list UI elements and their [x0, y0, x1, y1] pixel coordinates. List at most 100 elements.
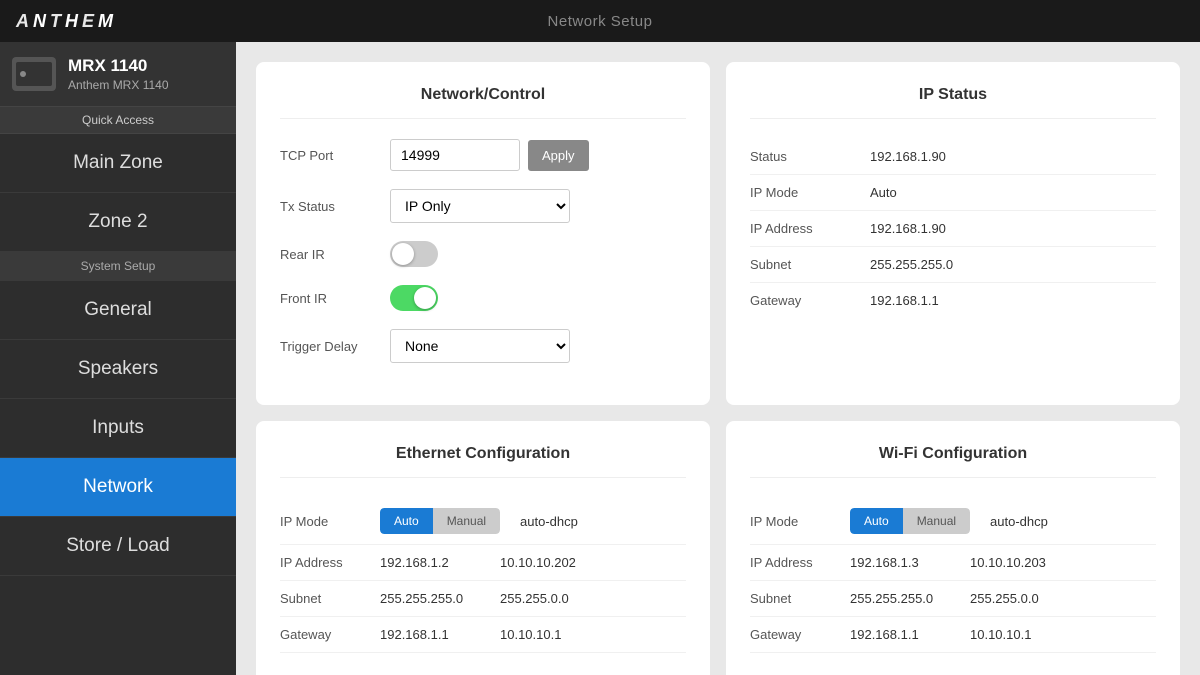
trigger-delay-select[interactable]: None 500ms 1s 2s: [390, 329, 570, 363]
sidebar-item-zone-2[interactable]: Zone 2: [0, 193, 236, 252]
wifi-subnet-label: Subnet: [750, 591, 850, 606]
wifi-subnet-value2: 255.255.0.0: [970, 591, 1039, 606]
ip-status-label-1: IP Mode: [750, 185, 870, 200]
sidebar-item-network[interactable]: Network: [0, 458, 236, 517]
ip-status-card: IP Status Status 192.168.1.90 IP Mode Au…: [726, 62, 1180, 405]
ip-status-value-2: 192.168.1.90: [870, 221, 946, 236]
eth-subnet-values: 255.255.255.0 255.255.0.0: [380, 591, 686, 606]
eth-subnet-value2: 255.255.0.0: [500, 591, 569, 606]
wifi-ip-address-value1: 192.168.1.3: [850, 555, 950, 570]
ip-status-label-0: Status: [750, 149, 870, 164]
front-ir-track: [390, 285, 438, 311]
ip-status-row-1: IP Mode Auto: [750, 175, 1156, 211]
eth-ip-mode-label: IP Mode: [280, 514, 380, 529]
sidebar-item-general[interactable]: General: [0, 281, 236, 340]
ip-status-row-4: Gateway 192.168.1.1: [750, 283, 1156, 318]
tx-status-controls: IP Only RS232 Only Both: [390, 189, 686, 223]
tcp-port-label: TCP Port: [280, 148, 390, 163]
eth-ip-address-label: IP Address: [280, 555, 380, 570]
wifi-gateway-value1: 192.168.1.1: [850, 627, 950, 642]
eth-ip-address-row: IP Address 192.168.1.2 10.10.10.202: [280, 545, 686, 581]
tcp-port-row: TCP Port Apply: [280, 139, 686, 171]
ip-status-label-2: IP Address: [750, 221, 870, 236]
tx-status-label: Tx Status: [280, 199, 390, 214]
tcp-port-apply-button[interactable]: Apply: [528, 140, 589, 171]
wifi-manual-button[interactable]: Manual: [903, 508, 970, 534]
eth-gateway-label: Gateway: [280, 627, 380, 642]
eth-mode-btn-group: Auto Manual: [380, 508, 500, 534]
anthem-logo: ANTHEM: [16, 11, 117, 32]
device-icon-inner: [16, 62, 52, 86]
device-info: MRX 1140 Anthem MRX 1140: [0, 42, 236, 107]
device-name: MRX 1140: [68, 56, 169, 76]
wifi-subnet-row: Subnet 255.255.255.0 255.255.0.0: [750, 581, 1156, 617]
sidebar-item-speakers[interactable]: Speakers: [0, 340, 236, 399]
wifi-footer: * Please Note Apply: [750, 667, 1156, 675]
wifi-ip-address-row: IP Address 192.168.1.3 10.10.10.203: [750, 545, 1156, 581]
network-control-card: Network/Control TCP Port Apply Tx Status…: [256, 62, 710, 405]
wifi-ip-address-value2: 10.10.10.203: [970, 555, 1046, 570]
eth-gateway-row: Gateway 192.168.1.1 10.10.10.1: [280, 617, 686, 653]
eth-auto-value: auto-dhcp: [520, 514, 620, 529]
sidebar-item-main-zone[interactable]: Main Zone: [0, 134, 236, 193]
sidebar: MRX 1140 Anthem MRX 1140 Quick Access Ma…: [0, 42, 236, 675]
rear-ir-toggle[interactable]: [390, 241, 438, 267]
front-ir-row: Front IR: [280, 285, 686, 311]
page-title: Network Setup: [548, 13, 653, 30]
tcp-port-controls: Apply: [390, 139, 686, 171]
ip-status-value-0: 192.168.1.90: [870, 149, 946, 164]
sidebar-item-system-setup: System Setup: [0, 252, 236, 281]
wifi-ip-mode-label: IP Mode: [750, 514, 850, 529]
wifi-ip-mode-row: IP Mode Auto Manual auto-dhcp: [750, 498, 1156, 545]
eth-subnet-value1: 255.255.255.0: [380, 591, 480, 606]
wifi-mode-btn-group: Auto Manual: [850, 508, 970, 534]
rear-ir-thumb: [392, 243, 414, 265]
wifi-gateway-row: Gateway 192.168.1.1 10.10.10.1: [750, 617, 1156, 653]
tcp-port-input[interactable]: [390, 139, 520, 171]
ip-status-row-2: IP Address 192.168.1.90: [750, 211, 1156, 247]
wifi-ip-address-label: IP Address: [750, 555, 850, 570]
eth-gateway-value2: 10.10.10.1: [500, 627, 561, 642]
wifi-subnet-value1: 255.255.255.0: [850, 591, 950, 606]
content-area: Network/Control TCP Port Apply Tx Status…: [236, 42, 1200, 675]
ip-status-row-3: Subnet 255.255.255.0: [750, 247, 1156, 283]
wifi-config-card: Wi-Fi Configuration IP Mode Auto Manual …: [726, 421, 1180, 675]
eth-subnet-row: Subnet 255.255.255.0 255.255.0.0: [280, 581, 686, 617]
eth-gateway-value1: 192.168.1.1: [380, 627, 480, 642]
front-ir-controls: [390, 285, 686, 311]
trigger-delay-row: Trigger Delay None 500ms 1s 2s: [280, 329, 686, 363]
ip-status-label-3: Subnet: [750, 257, 870, 272]
wifi-subnet-values: 255.255.255.0 255.255.0.0: [850, 591, 1156, 606]
eth-ip-mode-controls: Auto Manual auto-dhcp: [380, 508, 686, 534]
sidebar-item-inputs[interactable]: Inputs: [0, 399, 236, 458]
tx-status-select[interactable]: IP Only RS232 Only Both: [390, 189, 570, 223]
network-control-title: Network/Control: [280, 86, 686, 119]
bottom-cards-row: Ethernet Configuration IP Mode Auto Manu…: [256, 421, 1180, 675]
rear-ir-controls: [390, 241, 686, 267]
ip-status-value-3: 255.255.255.0: [870, 257, 953, 272]
ip-status-row-0: Status 192.168.1.90: [750, 139, 1156, 175]
front-ir-label: Front IR: [280, 291, 390, 306]
main-layout: MRX 1140 Anthem MRX 1140 Quick Access Ma…: [0, 42, 1200, 675]
front-ir-thumb: [414, 287, 436, 309]
ip-status-value-1: Auto: [870, 185, 897, 200]
wifi-ip-address-values: 192.168.1.3 10.10.10.203: [850, 555, 1156, 570]
front-ir-toggle[interactable]: [390, 285, 438, 311]
wifi-gateway-values: 192.168.1.1 10.10.10.1: [850, 627, 1156, 642]
top-bar: ANTHEM Network Setup: [0, 0, 1200, 42]
eth-auto-button[interactable]: Auto: [380, 508, 433, 534]
eth-subnet-label: Subnet: [280, 591, 380, 606]
eth-manual-button[interactable]: Manual: [433, 508, 500, 534]
trigger-delay-controls: None 500ms 1s 2s: [390, 329, 686, 363]
ip-status-title: IP Status: [750, 86, 1156, 119]
device-details: MRX 1140 Anthem MRX 1140: [68, 56, 169, 92]
eth-ip-address-value1: 192.168.1.2: [380, 555, 480, 570]
ip-status-value-4: 192.168.1.1: [870, 293, 939, 308]
sidebar-item-store-load[interactable]: Store / Load: [0, 517, 236, 576]
device-icon: [12, 57, 56, 91]
rear-ir-row: Rear IR: [280, 241, 686, 267]
wifi-gateway-value2: 10.10.10.1: [970, 627, 1031, 642]
tx-status-row: Tx Status IP Only RS232 Only Both: [280, 189, 686, 223]
wifi-auto-button[interactable]: Auto: [850, 508, 903, 534]
top-cards-row: Network/Control TCP Port Apply Tx Status…: [256, 62, 1180, 405]
